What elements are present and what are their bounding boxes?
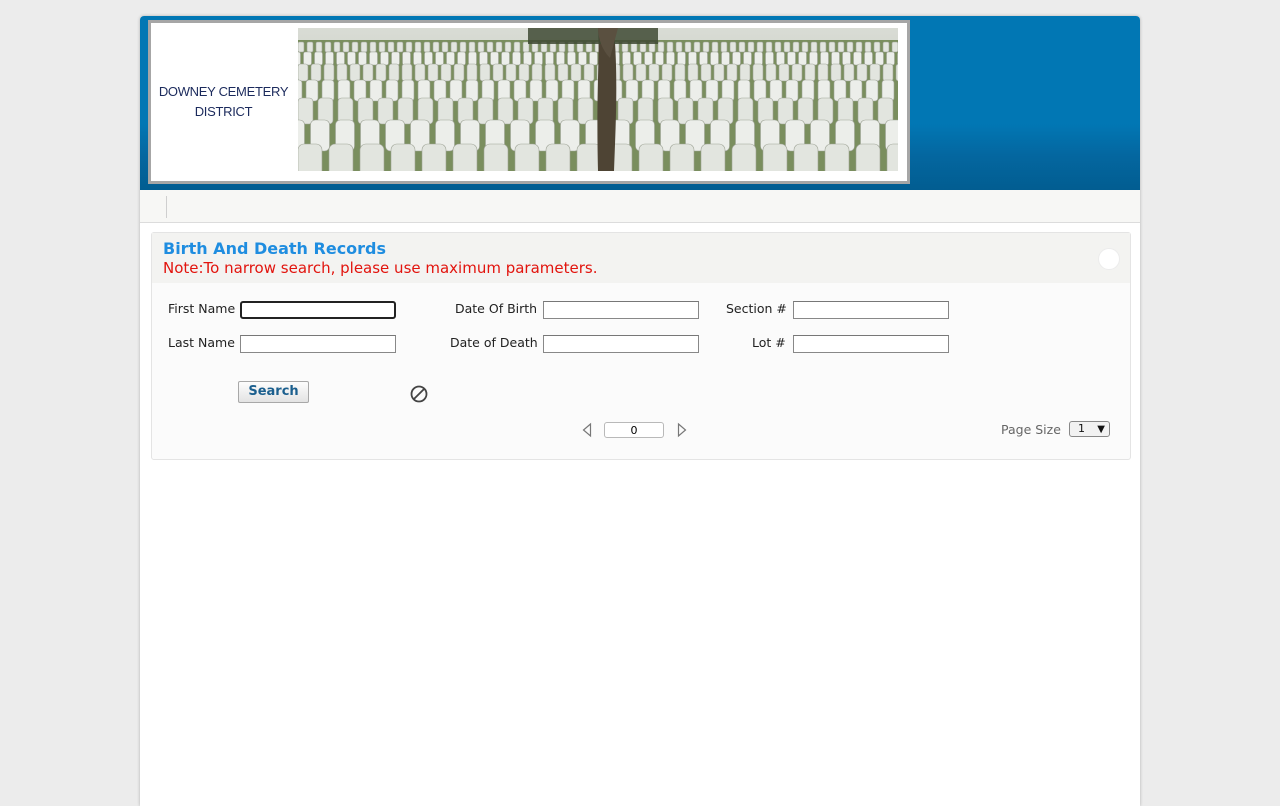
page-size-label: Page Size [1001,422,1061,437]
site-logo[interactable]: DOWNEY CEMETERY DISTRICT [151,23,296,181]
date-of-death-input[interactable] [543,335,699,353]
page-container: DOWNEY CEMETERY DISTRICT Birth And Death… [140,16,1140,806]
first-name-input[interactable] [240,301,396,319]
panel-header: Birth And Death Records Note:To narrow s… [152,233,1130,283]
site-header: DOWNEY CEMETERY DISTRICT [140,16,1140,190]
last-name-label: Last Name [168,335,235,350]
header-banner: DOWNEY CEMETERY DISTRICT [148,20,910,184]
date-of-birth-label: Date Of Birth [455,301,538,316]
first-name-label: First Name [168,301,236,316]
date-of-birth-input[interactable] [543,301,699,319]
section-label: Section # [726,301,787,316]
panel-toggle-button[interactable] [1098,248,1120,270]
page-size-select[interactable]: 1 ▼ [1069,421,1110,437]
logo-line-2: DISTRICT [194,104,253,119]
lot-input[interactable] [793,335,949,353]
lot-label: Lot # [752,335,786,350]
logo-line-1: DOWNEY CEMETERY [158,84,289,99]
page-number-input[interactable] [604,422,664,438]
nav-divider [166,196,167,218]
cemetery-photo [298,28,898,171]
triangle-left-icon[interactable] [581,422,593,438]
search-button[interactable]: Search [238,381,309,403]
chevron-down-icon: ▼ [1097,424,1105,435]
nav-bar [140,190,1140,223]
cemetery-graves-image [298,28,898,171]
last-name-input[interactable] [240,335,396,353]
records-panel: Birth And Death Records Note:To narrow s… [151,232,1131,460]
triangle-right-icon[interactable] [676,422,688,438]
search-note: Note:To narrow search, please use maximu… [163,259,598,277]
date-of-death-label: Date of Death [450,335,538,350]
panel-title: Birth And Death Records [163,239,387,258]
cancel-icon[interactable] [409,384,429,404]
section-input[interactable] [793,301,949,319]
page-size-value: 1 [1078,422,1085,435]
